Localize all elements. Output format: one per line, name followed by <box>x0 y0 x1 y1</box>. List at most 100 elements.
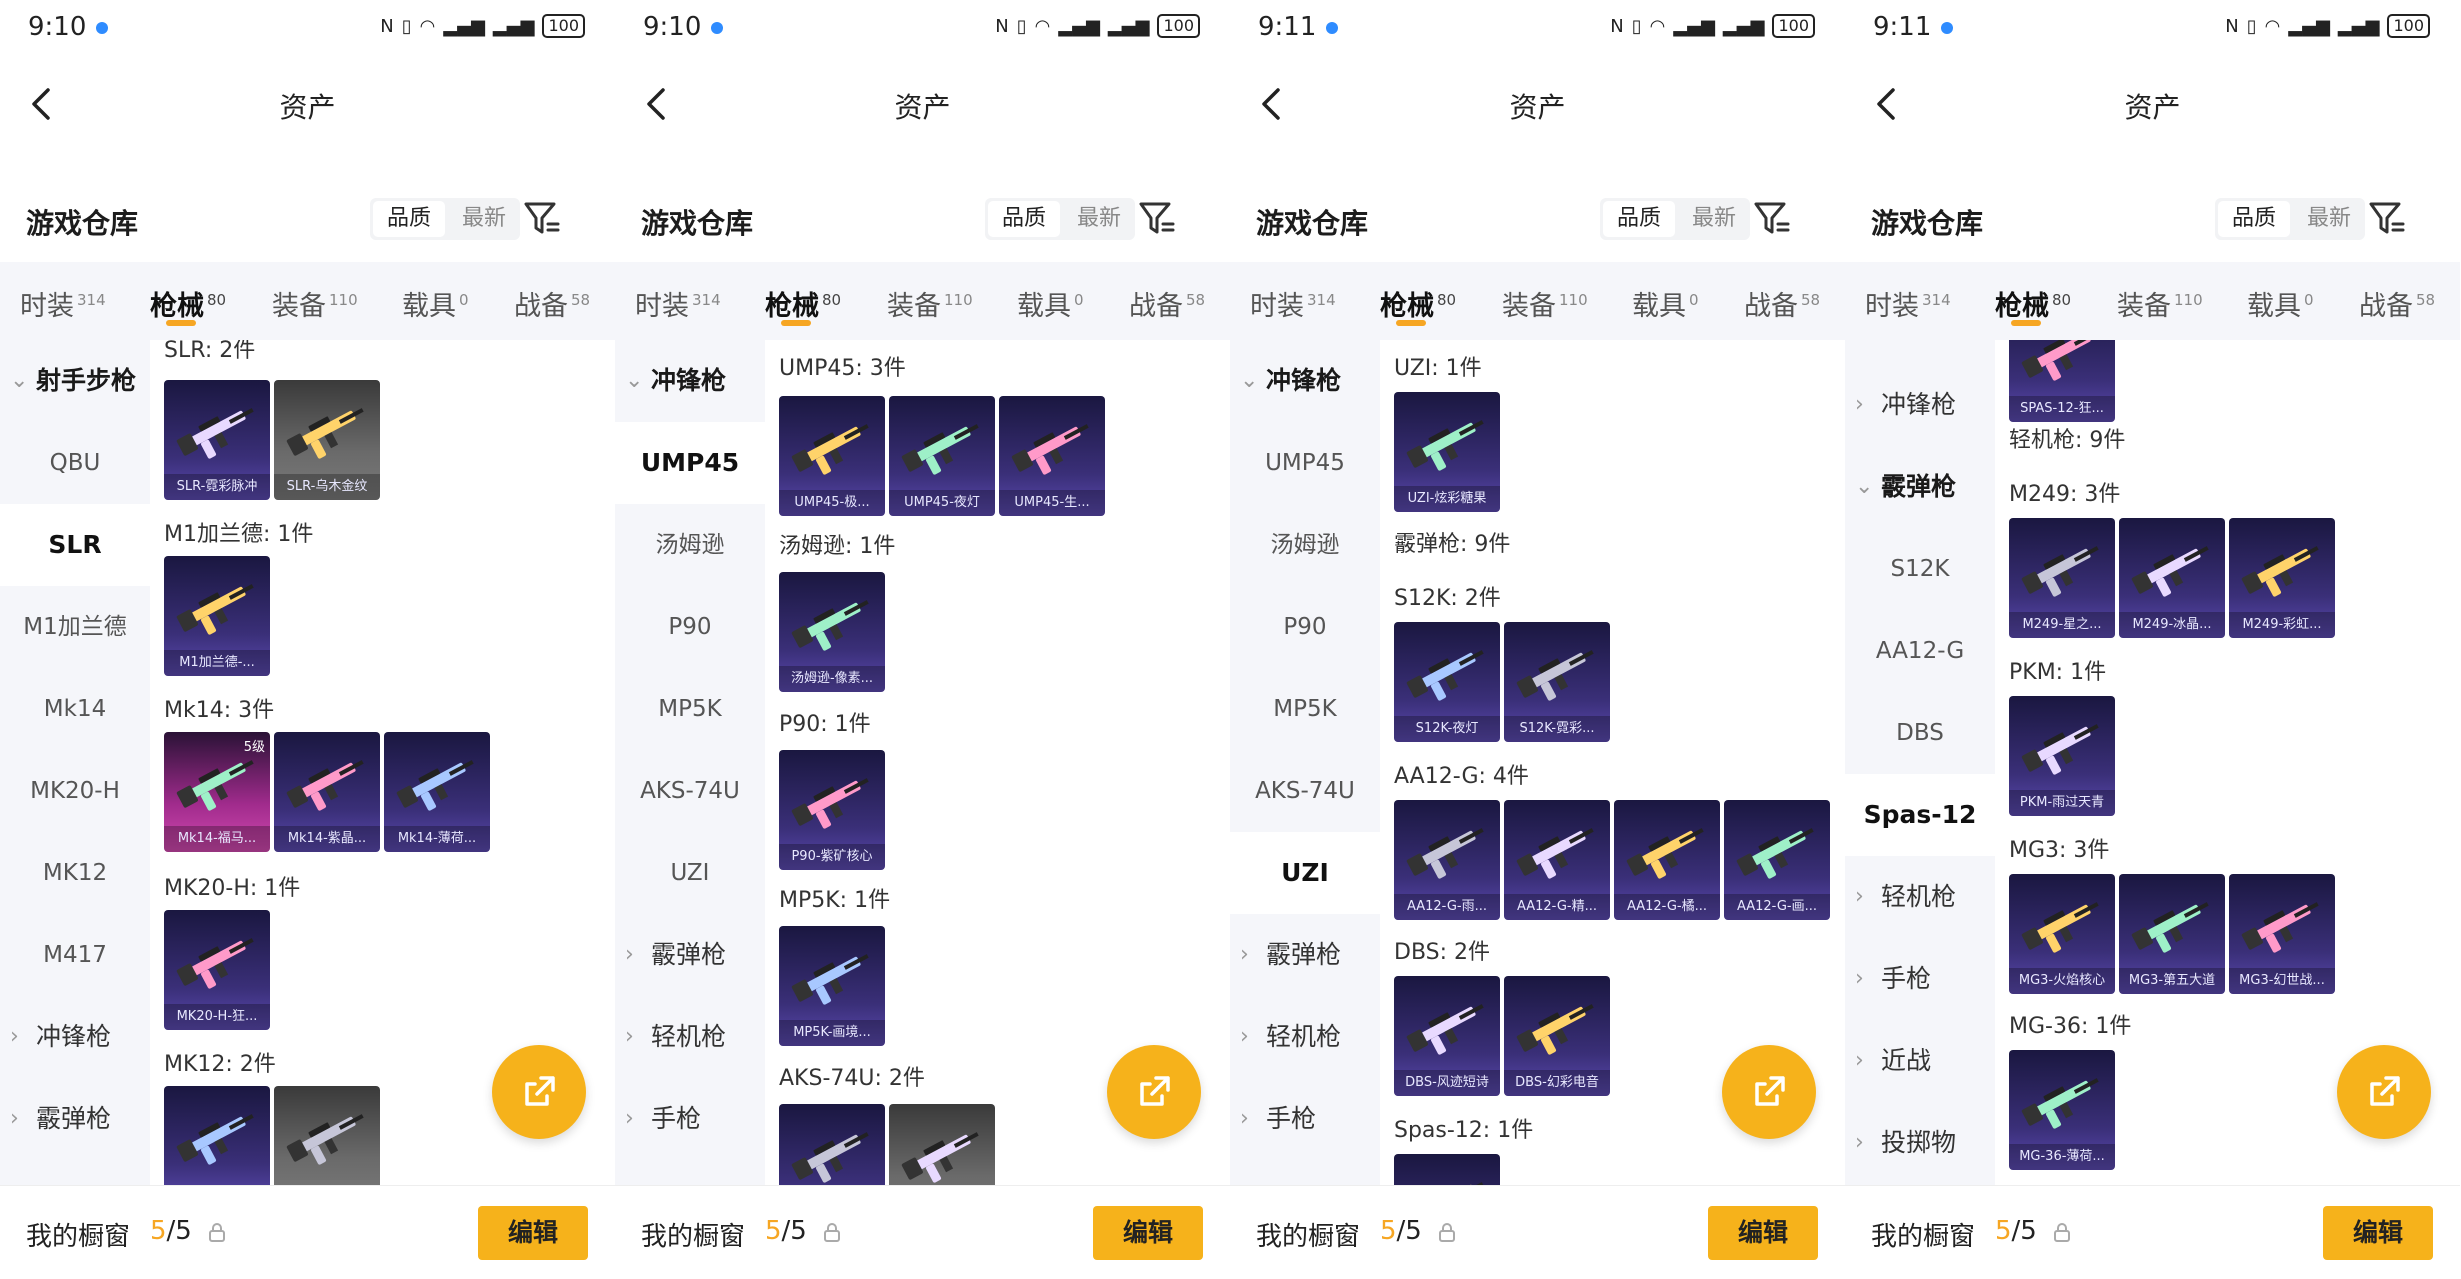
skin-card[interactable]: UZI-炫彩糖果 <box>1394 392 1500 512</box>
skin-card[interactable]: SPAS-12-狂... <box>2009 340 2115 422</box>
sidebar-item[interactable]: 汤姆逊 <box>615 504 765 586</box>
edit-button[interactable]: 编辑 <box>1093 1206 1203 1260</box>
sidebar-item[interactable]: MP5K <box>615 668 765 750</box>
sidebar-item[interactable]: ⌄ 冲锋枪 <box>1230 340 1380 422</box>
skin-card[interactable]: S12K-夜灯 <box>1394 622 1500 742</box>
sidebar-item[interactable]: AKS-74U <box>615 750 765 832</box>
skin-card[interactable]: MG3-第五大道 <box>2119 874 2225 994</box>
sidebar-item[interactable]: UZI <box>1230 832 1380 914</box>
sort-latest-button[interactable]: 最新 <box>1678 198 1750 240</box>
skin-card[interactable]: AA12-G-精... <box>1504 800 1610 920</box>
sidebar-item[interactable]: UMP45 <box>1230 422 1380 504</box>
skin-card[interactable]: SLR-乌木金纹 <box>274 380 380 500</box>
sidebar-item[interactable]: › 霰弹枪 <box>1230 914 1380 996</box>
sort-latest-button[interactable]: 最新 <box>1063 198 1135 240</box>
tab-2[interactable]: 装备 110 <box>272 284 358 323</box>
tab-1[interactable]: 枪械 80 <box>1995 284 2071 323</box>
skin-card[interactable] <box>274 1086 380 1185</box>
sidebar-item[interactable]: M1加兰德 <box>0 586 150 668</box>
sidebar-item[interactable]: UMP45 <box>615 422 765 504</box>
sidebar-item[interactable]: › 冲锋枪 <box>1845 364 1995 446</box>
sidebar-item[interactable]: Mk14 <box>0 668 150 750</box>
skin-card[interactable]: Mk14-薄荷... <box>384 732 490 852</box>
sort-quality-button[interactable]: 品质 <box>988 201 1061 237</box>
sidebar-item[interactable]: 汤姆逊 <box>1230 504 1380 586</box>
skin-card[interactable] <box>779 1104 885 1185</box>
sidebar-item[interactable]: › 轻机枪 <box>1230 996 1380 1078</box>
tab-2[interactable]: 装备 110 <box>887 284 973 323</box>
sidebar-item[interactable]: MK20-H <box>0 750 150 832</box>
skin-card[interactable]: Mk14-紫晶... <box>274 732 380 852</box>
sidebar-item[interactable]: › 霰弹枪 <box>615 914 765 996</box>
skin-card[interactable]: MG-36-薄荷... <box>2009 1050 2115 1170</box>
filter-button[interactable] <box>1137 198 1177 238</box>
tab-3[interactable]: 载具 0 <box>1017 284 1084 323</box>
tab-0[interactable]: 时装 314 <box>1250 284 1336 323</box>
skin-card[interactable]: MK20-H-狂... <box>164 910 270 1030</box>
skin-card[interactable]: AA12-G-画... <box>1724 800 1830 920</box>
sidebar-item[interactable]: › 手枪 <box>615 1078 765 1160</box>
sort-latest-button[interactable]: 最新 <box>448 198 520 240</box>
sidebar-item[interactable]: ⌄ 射手步枪 <box>0 340 150 422</box>
skin-card[interactable]: PKM-雨过天青 <box>2009 696 2115 816</box>
sidebar-item[interactable]: SLR <box>0 504 150 586</box>
skin-card[interactable]: 汤姆逊-像素... <box>779 572 885 692</box>
share-button[interactable] <box>492 1045 586 1139</box>
skin-card[interactable]: AA12-G-橘... <box>1614 800 1720 920</box>
skin-card[interactable]: 5级 Mk14-福马... <box>164 732 270 852</box>
sidebar-item[interactable]: MK12 <box>0 832 150 914</box>
skin-card[interactable] <box>889 1104 995 1185</box>
sidebar-item[interactable]: UZI <box>615 832 765 914</box>
sidebar-item[interactable]: MP5K <box>1230 668 1380 750</box>
skin-card[interactable] <box>1394 1154 1500 1185</box>
sidebar-item[interactable]: P90 <box>1230 586 1380 668</box>
edit-button[interactable]: 编辑 <box>2323 1206 2433 1260</box>
skin-card[interactable]: MG3-幻世战... <box>2229 874 2335 994</box>
skin-card[interactable] <box>164 1086 270 1185</box>
sidebar-item[interactable]: ⌄ 霰弹枪 <box>1845 446 1995 528</box>
skin-card[interactable]: UMP45-夜灯 <box>889 396 995 516</box>
sidebar-item[interactable]: › 投掷物 <box>1845 1102 1995 1184</box>
tab-3[interactable]: 载具 0 <box>402 284 469 323</box>
skin-card[interactable]: S12K-霓彩... <box>1504 622 1610 742</box>
tab-2[interactable]: 装备 110 <box>1502 284 1588 323</box>
filter-button[interactable] <box>1752 198 1792 238</box>
sidebar-item[interactable]: Spas-12 <box>1845 774 1995 856</box>
tab-4[interactable]: 战备 58 <box>514 284 590 323</box>
tab-0[interactable]: 时装 314 <box>20 284 106 323</box>
sidebar-item[interactable]: › 手枪 <box>1845 938 1995 1020</box>
tab-4[interactable]: 战备 58 <box>1129 284 1205 323</box>
sidebar-item[interactable]: › 手枪 <box>1230 1078 1380 1160</box>
tab-1[interactable]: 枪械 80 <box>150 284 226 323</box>
filter-button[interactable] <box>522 198 562 238</box>
sort-latest-button[interactable]: 最新 <box>2293 198 2365 240</box>
sort-quality-button[interactable]: 品质 <box>2218 201 2291 237</box>
skin-card[interactable]: DBS-幻彩电音 <box>1504 976 1610 1096</box>
sidebar-item[interactable]: P90 <box>615 586 765 668</box>
sidebar-item[interactable]: › 冲锋枪 <box>0 996 150 1078</box>
sidebar-item[interactable]: › 霰弹枪 <box>0 1078 150 1160</box>
sidebar-item[interactable]: › 轻机枪 <box>1845 856 1995 938</box>
skin-card[interactable]: MG3-火焰核心 <box>2009 874 2115 994</box>
sidebar-item[interactable]: DBS <box>1845 692 1995 774</box>
skin-card[interactable]: MP5K-画境... <box>779 926 885 1046</box>
sidebar-item[interactable]: M417 <box>0 914 150 996</box>
filter-button[interactable] <box>2367 198 2407 238</box>
skin-card[interactable]: M1加兰德-... <box>164 556 270 676</box>
tab-0[interactable]: 时装 314 <box>1865 284 1951 323</box>
skin-card[interactable]: P90-紫矿核心 <box>779 750 885 870</box>
share-button[interactable] <box>1722 1045 1816 1139</box>
sidebar-item[interactable]: › 近战 <box>1845 1020 1995 1102</box>
tab-1[interactable]: 枪械 80 <box>765 284 841 323</box>
sidebar-item[interactable]: ⌄ 冲锋枪 <box>615 340 765 422</box>
skin-card[interactable]: M249-彩虹... <box>2229 518 2335 638</box>
skin-card[interactable]: M249-冰晶... <box>2119 518 2225 638</box>
sort-quality-button[interactable]: 品质 <box>1603 201 1676 237</box>
skin-card[interactable]: UMP45-极... <box>779 396 885 516</box>
tab-1[interactable]: 枪械 80 <box>1380 284 1456 323</box>
skin-card[interactable]: AA12-G-雨... <box>1394 800 1500 920</box>
share-button[interactable] <box>2337 1045 2431 1139</box>
tab-3[interactable]: 载具 0 <box>1632 284 1699 323</box>
sidebar-item[interactable]: AKS-74U <box>1230 750 1380 832</box>
sort-quality-button[interactable]: 品质 <box>373 201 446 237</box>
